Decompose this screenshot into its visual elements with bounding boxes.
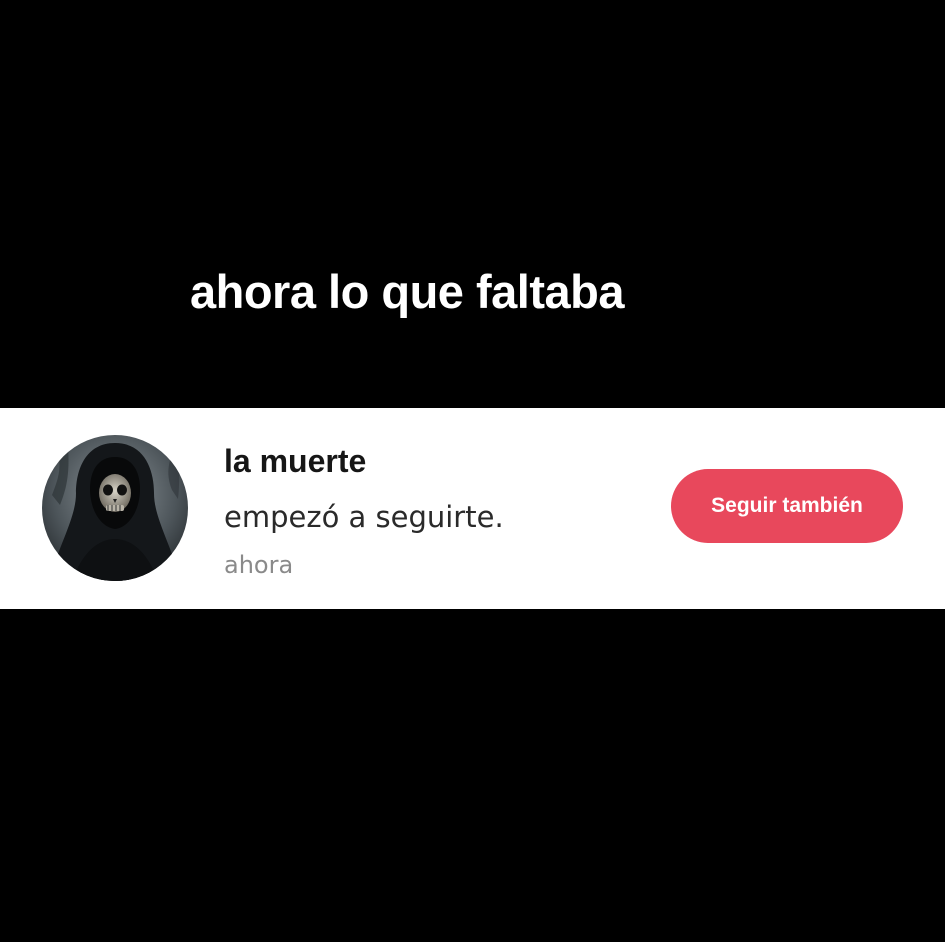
follow-notification: la muerte empezó a seguirte. ahora Segui… — [0, 408, 945, 609]
grim-reaper-avatar-icon — [42, 435, 188, 581]
follow-back-button[interactable]: Seguir también — [671, 469, 903, 543]
timestamp: ahora — [224, 551, 294, 579]
notification-message: empezó a seguirte. — [224, 500, 504, 534]
avatar[interactable] — [42, 435, 188, 581]
username[interactable]: la muerte — [224, 442, 366, 480]
meme-caption: ahora lo que faltaba — [190, 265, 624, 318]
